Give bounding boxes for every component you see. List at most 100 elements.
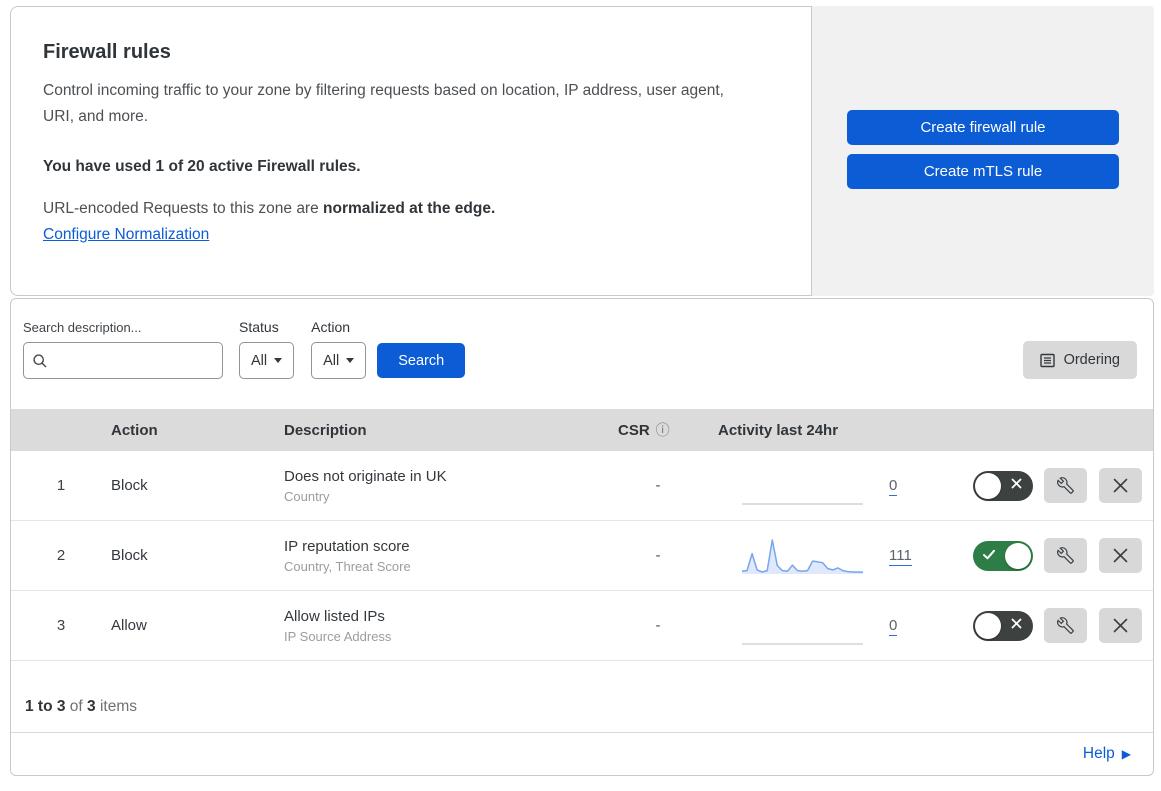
activity-count-link[interactable]: 0	[889, 617, 898, 636]
delete-rule-button[interactable]	[1098, 538, 1142, 573]
page-description: Control incoming traffic to your zone by…	[43, 82, 724, 125]
rule-delete-cell	[1087, 608, 1153, 643]
ordering-button[interactable]: Ordering	[1022, 341, 1137, 379]
rule-priority: 2	[56, 547, 66, 564]
edit-rule-button[interactable]	[1044, 608, 1087, 643]
search-input[interactable]	[54, 352, 214, 369]
rule-description-cell: IP reputation score Country, Threat Scor…	[284, 538, 608, 574]
enable-toggle[interactable]	[973, 470, 1033, 501]
action-label: Action	[311, 319, 351, 335]
create-mtls-rule-button[interactable]: Create mTLS rule	[847, 154, 1119, 189]
rule-fields: IP Source Address	[284, 628, 392, 644]
search-button[interactable]: Search	[377, 343, 466, 378]
toggle-knob	[975, 612, 1001, 639]
ordering-icon	[1039, 353, 1055, 367]
info-icon[interactable]: ⓘ	[656, 420, 670, 440]
items-total: 3	[87, 698, 96, 715]
create-firewall-rule-button[interactable]: Create firewall rule	[847, 110, 1119, 145]
delete-rule-button[interactable]	[1098, 608, 1142, 643]
rule-toggle-cell	[923, 540, 1033, 571]
normalization-prefix: URL-encoded Requests to this zone are	[43, 200, 324, 217]
close-icon	[1113, 548, 1127, 563]
search-field: Search description...	[23, 320, 223, 379]
action-field: Action All	[311, 319, 367, 379]
caret-down-icon	[346, 358, 355, 363]
status-dropdown[interactable]: All	[239, 342, 295, 379]
rule-csr-value: -	[655, 617, 661, 634]
table-row: 1 Block Does not originate in UK Country…	[11, 451, 1153, 521]
items-suffix: items	[95, 698, 137, 715]
column-description: Description	[284, 421, 367, 439]
close-icon	[1113, 618, 1127, 633]
firewall-rules-page: Firewall rules Control incoming traffic …	[0, 0, 1161, 776]
rule-fields: Country, Threat Score	[284, 558, 411, 574]
status-label: Status	[239, 319, 279, 335]
table-body: 1 Block Does not originate in UK Country…	[11, 451, 1153, 661]
column-activity: Activity last 24hr	[718, 421, 839, 439]
rule-action: Allow	[111, 617, 147, 634]
items-range: 1 to 3	[25, 698, 66, 715]
activity-count: 111	[889, 547, 921, 566]
activity-count: 0	[889, 477, 921, 496]
rule-description: Allow listed IPs	[284, 607, 385, 625]
items-of: of	[65, 698, 88, 715]
rule-delete-cell	[1087, 468, 1153, 503]
rule-description: IP reputation score	[284, 537, 410, 555]
rule-description-cell: Allow listed IPs IP Source Address	[284, 608, 608, 644]
action-dropdown[interactable]: All	[311, 342, 367, 379]
help-arrow-icon: ▶	[1121, 747, 1131, 761]
activity-count-link[interactable]: 0	[889, 477, 898, 496]
rule-edit-cell	[1033, 538, 1087, 573]
enable-toggle[interactable]	[973, 540, 1033, 571]
edit-rule-button[interactable]	[1044, 538, 1087, 573]
activity-sparkline	[740, 603, 865, 649]
configure-normalization-link[interactable]: Configure Normalization	[43, 226, 209, 244]
help-link[interactable]: Help ▶	[1083, 745, 1131, 763]
column-csr: CSR	[618, 421, 650, 439]
rule-action: Block	[111, 477, 148, 494]
close-icon	[1113, 478, 1127, 493]
status-field: Status All	[239, 319, 295, 379]
rule-csr-value: -	[655, 547, 661, 564]
table-row: 2 Block IP reputation score Country, Thr…	[11, 521, 1153, 591]
page-title: Firewall rules	[43, 41, 171, 63]
usage-statement: You have used 1 of 20 active Firewall ru…	[43, 158, 361, 175]
check-icon	[983, 549, 995, 559]
help-bar: Help ▶	[11, 733, 1153, 775]
rule-priority: 1	[56, 477, 66, 494]
intro-card: Firewall rules Control incoming traffic …	[10, 6, 812, 296]
wrench-icon	[1057, 477, 1074, 494]
rule-description-cell: Does not originate in UK Country	[284, 468, 608, 504]
delete-rule-button[interactable]	[1098, 468, 1142, 503]
normalization-statement: URL-encoded Requests to this zone are no…	[43, 200, 751, 218]
wrench-icon	[1057, 617, 1074, 634]
toggle-knob	[1005, 542, 1031, 569]
activity-sparkline	[740, 463, 865, 509]
rule-description: Does not originate in UK	[284, 467, 447, 485]
table-header: Action Description CSR ⓘ Activity last 24…	[11, 409, 1153, 451]
rule-activity-cell: 111	[708, 533, 923, 579]
help-label: Help	[1082, 745, 1115, 762]
search-input-wrapper	[23, 342, 223, 379]
rules-card: Search description... Status All Action …	[10, 298, 1154, 776]
rule-fields: Country	[284, 488, 330, 504]
cross-icon	[1011, 618, 1022, 628]
rule-activity-cell: 0	[708, 463, 923, 509]
edit-rule-button[interactable]	[1044, 468, 1087, 503]
filter-bar: Search description... Status All Action …	[11, 299, 1153, 409]
cross-icon	[1011, 478, 1022, 488]
rule-activity-cell: 0	[708, 603, 923, 649]
column-action: Action	[111, 421, 158, 439]
caret-down-icon	[274, 358, 283, 363]
items-count: 1 to 3 of 3 items	[11, 661, 1153, 733]
search-icon	[33, 353, 47, 367]
activity-sparkline	[740, 533, 865, 579]
activity-count-link[interactable]: 111	[889, 547, 912, 566]
rule-delete-cell	[1087, 538, 1153, 573]
rule-csr-value: -	[655, 477, 661, 494]
rule-action: Block	[111, 547, 148, 564]
wrench-icon	[1057, 547, 1074, 564]
toggle-knob	[975, 472, 1001, 499]
enable-toggle[interactable]	[973, 610, 1033, 641]
rule-toggle-cell	[923, 610, 1033, 641]
